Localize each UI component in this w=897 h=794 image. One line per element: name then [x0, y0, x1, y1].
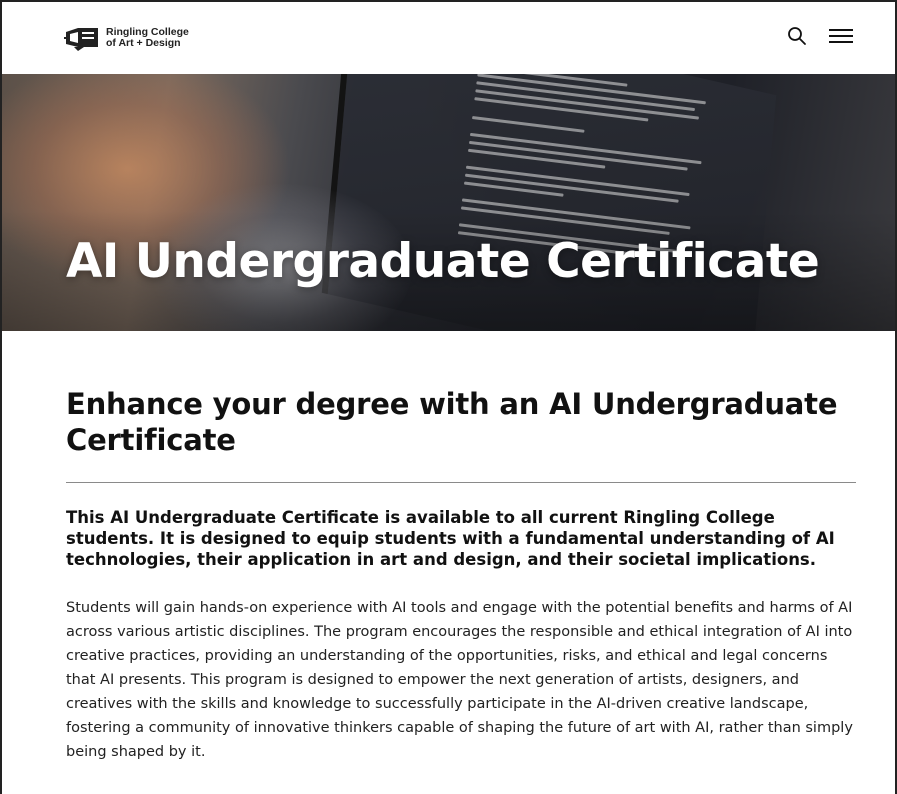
logo-mark-icon — [64, 25, 100, 51]
search-icon — [787, 26, 807, 51]
hero-banner: AI Undergraduate Certificate — [2, 74, 895, 331]
body-paragraph: Students will gain hands-on experience w… — [66, 600, 853, 760]
logo-line-2: of Art + Design — [106, 37, 181, 49]
header-actions — [783, 24, 855, 52]
main-content: Enhance your degree with an AI Undergrad… — [66, 386, 856, 764]
page-frame: Ringling College of Art + Design AI Unde… — [0, 0, 897, 794]
menu-button[interactable] — [827, 24, 855, 52]
section-divider — [66, 482, 856, 483]
logo-text: Ringling College of Art + Design — [106, 27, 189, 49]
lead-paragraph: This AI Undergraduate Certificate is ava… — [66, 508, 835, 569]
section-title: Enhance your degree with an AI Undergrad… — [66, 387, 838, 457]
hamburger-menu-icon — [829, 27, 853, 50]
search-button[interactable] — [783, 24, 811, 52]
hero-title: AI Undergraduate Certificate — [66, 234, 820, 289]
site-header: Ringling College of Art + Design — [2, 2, 895, 74]
site-logo[interactable]: Ringling College of Art + Design — [64, 25, 189, 51]
